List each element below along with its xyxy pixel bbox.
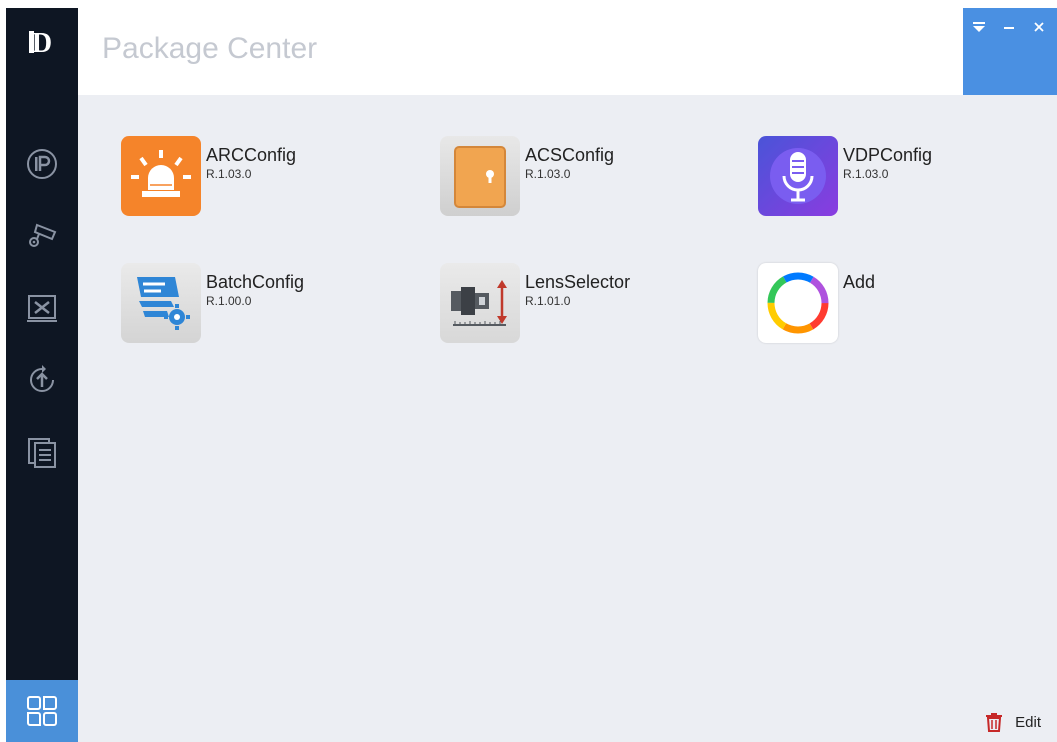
app-tile-add[interactable]: Add: [758, 263, 1057, 347]
document-list-icon: [28, 438, 56, 468]
app-version: R.1.03.0: [206, 167, 252, 181]
package-grid: ARCConfig R.1.03.0 ACSConfig R.1.03.0 VD…: [78, 95, 1057, 742]
tools-icon: [27, 295, 57, 322]
app-name: VDPConfig: [843, 145, 933, 165]
app-tile-acsconfig[interactable]: ACSConfig R.1.03.0: [440, 136, 740, 220]
upgrade-icon: [30, 365, 54, 392]
minimize-button[interactable]: [999, 18, 1019, 36]
edit-button[interactable]: Edit: [985, 712, 1041, 732]
sidebar-item-documents[interactable]: [18, 428, 66, 476]
svg-text:D: D: [32, 28, 52, 58]
app-version: R.1.03.0: [525, 167, 571, 181]
minimize-icon: [1004, 27, 1014, 29]
sidebar-item-upgrade[interactable]: [18, 356, 66, 404]
microphone-icon: [758, 136, 838, 216]
app-tile-arcconfig[interactable]: ARCConfig R.1.03.0: [121, 136, 421, 220]
ip-icon: [27, 149, 57, 179]
camera-lens-icon: [440, 263, 520, 343]
app-tile-vdpconfig[interactable]: VDPConfig R.1.03.0: [758, 136, 1057, 220]
header: Package Center: [78, 8, 1057, 95]
batch-config-gear-icon: [121, 263, 201, 343]
sidebar-item-maintenance[interactable]: [18, 284, 66, 332]
sidebar-item-device-config[interactable]: [18, 210, 66, 258]
edit-label: Edit: [1015, 713, 1041, 731]
door-icon: [440, 136, 520, 216]
sidebar-item-package-center[interactable]: [6, 680, 78, 742]
alarm-siren-icon: [121, 136, 201, 216]
trash-icon: [986, 713, 1003, 732]
app-name: Add: [843, 272, 876, 292]
page-title: Package Center: [102, 32, 318, 65]
sidebar: D: [6, 8, 78, 742]
app-name: BatchConfig: [206, 272, 305, 292]
app-logo-icon: D: [29, 28, 52, 58]
window-controls: [963, 8, 1057, 95]
app-version: R.1.03.0: [843, 167, 889, 181]
app-name: ARCConfig: [206, 145, 297, 165]
rainbow-ring-icon: [758, 263, 838, 343]
app-tile-lensselector[interactable]: LensSelector R.1.01.0: [440, 263, 740, 347]
app-tile-batchconfig[interactable]: BatchConfig R.1.00.0: [121, 263, 421, 347]
package-center-icon: [27, 696, 57, 726]
close-icon: [1034, 22, 1044, 32]
menu-button[interactable]: [969, 18, 989, 36]
sidebar-item-ip-tool[interactable]: [18, 140, 66, 188]
app-name: LensSelector: [525, 272, 631, 292]
dropdown-menu-icon: [973, 22, 985, 32]
app-version: R.1.01.0: [525, 294, 571, 308]
app-version: R.1.00.0: [206, 294, 252, 308]
close-button[interactable]: [1029, 18, 1049, 36]
app-window: D Package Center ARCConfig R.1.03.0 ACSC…: [6, 8, 1057, 742]
app-name: ACSConfig: [525, 145, 615, 165]
camera-settings-icon: [29, 223, 57, 247]
